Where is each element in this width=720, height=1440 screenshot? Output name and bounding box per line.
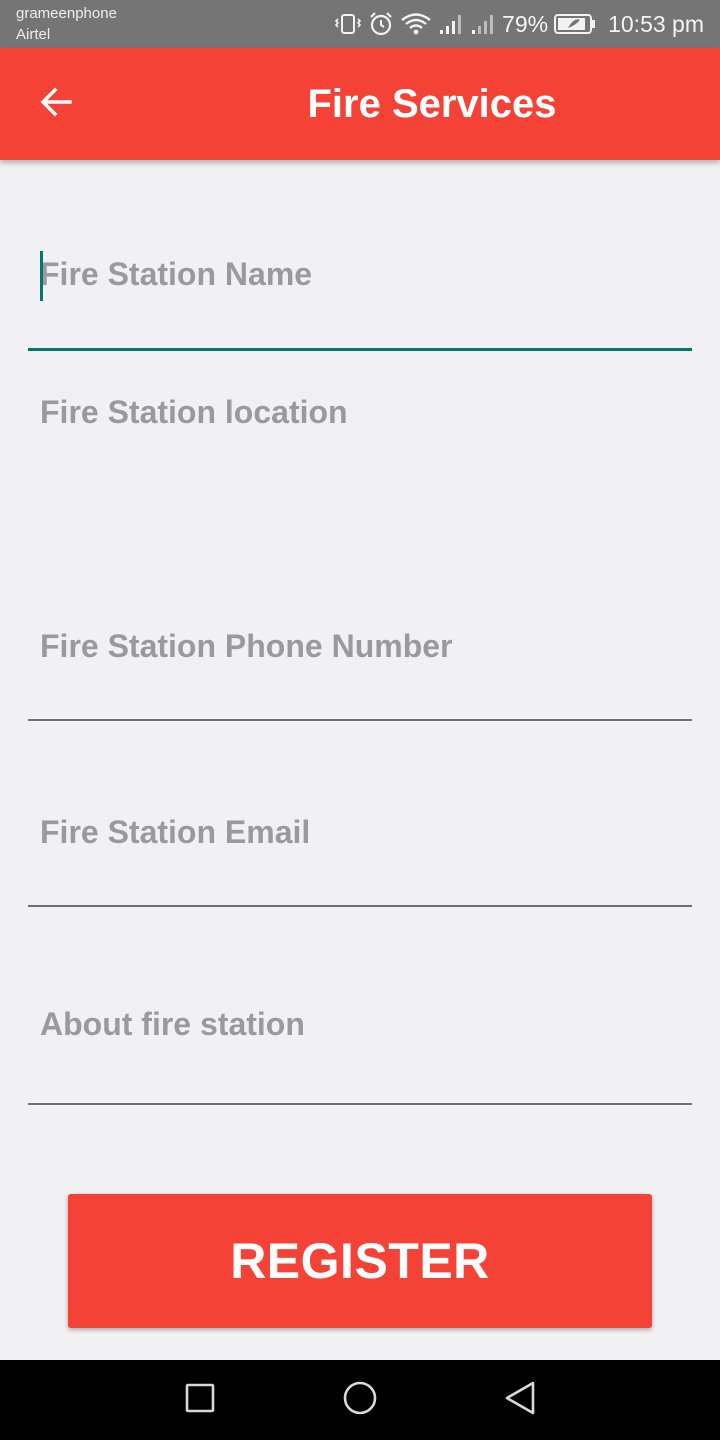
carrier-secondary: Airtel (16, 26, 51, 43)
square-recents-icon (184, 1382, 216, 1419)
station-phone-underline (28, 719, 692, 721)
register-button[interactable]: REGISTER (68, 1194, 652, 1328)
signal-icon-2 (470, 12, 496, 36)
status-bar: grameenphone Airtel 79% 10:53 pm (0, 0, 720, 48)
page-title: Fire Services (307, 82, 557, 126)
about-station-underline (28, 1103, 692, 1105)
station-location-input[interactable] (40, 382, 680, 542)
navigation-bar (0, 1360, 720, 1440)
carrier-primary: grameenphone (16, 5, 117, 22)
about-station-input[interactable] (40, 994, 680, 1054)
nav-back-button[interactable] (500, 1380, 540, 1420)
signal-icon (438, 12, 464, 36)
text-cursor (40, 251, 43, 301)
station-name-input[interactable] (40, 244, 680, 304)
triangle-back-icon (503, 1380, 537, 1421)
about-station-field (28, 994, 692, 1106)
alarm-icon (368, 11, 394, 37)
clock: 10:53 pm (608, 11, 704, 37)
battery-percent: 79% (502, 11, 549, 37)
home-button[interactable] (340, 1380, 380, 1420)
wifi-icon (400, 11, 432, 37)
station-email-input[interactable] (40, 802, 680, 862)
screen: grameenphone Airtel 79% 10:53 pm Fire Se… (0, 0, 720, 1440)
station-email-field (28, 802, 692, 908)
station-location-field (28, 382, 692, 562)
station-name-field (28, 244, 692, 354)
station-email-underline (28, 905, 692, 907)
vibrate-icon (334, 12, 362, 36)
station-phone-input[interactable] (40, 616, 680, 676)
recents-button[interactable] (180, 1380, 220, 1420)
battery-icon (554, 13, 596, 35)
station-phone-field (28, 616, 692, 722)
circle-home-icon (342, 1380, 378, 1421)
station-name-underline (28, 348, 692, 351)
app-bar: Fire Services (0, 48, 720, 160)
status-icons: 79% 10:53 pm (334, 8, 704, 40)
